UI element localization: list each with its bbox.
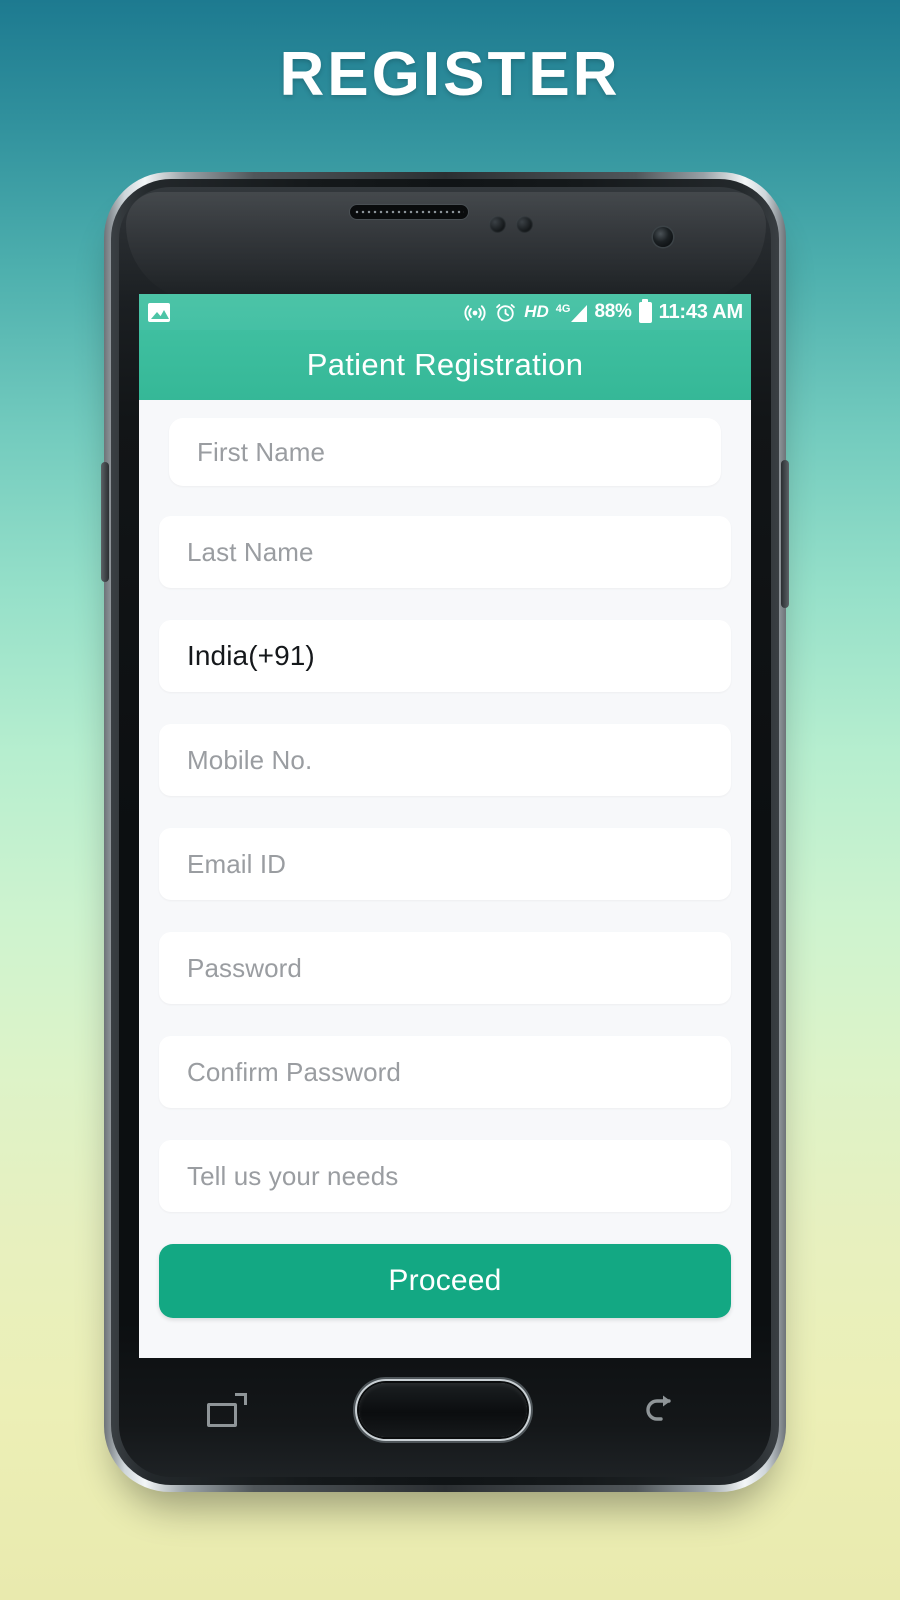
battery-percent-label: 88%: [594, 301, 632, 322]
needs-placeholder: Tell us your needs: [187, 1160, 399, 1191]
front-camera-icon: [653, 227, 673, 247]
back-button[interactable]: [639, 1392, 683, 1428]
clock-label: 11:43 AM: [658, 300, 744, 323]
phone-screen: HD 4G 88% 11:43 AM Patient Registration …: [139, 294, 751, 1358]
earpiece-grille: [354, 208, 464, 216]
signal-4g-icon: 4G: [556, 303, 588, 322]
power-button[interactable]: [781, 460, 789, 608]
volume-rocker-button[interactable]: [101, 462, 109, 582]
light-sensor-icon: [516, 216, 533, 233]
recents-button[interactable]: [207, 1393, 247, 1427]
first-name-placeholder: First Name: [197, 436, 326, 467]
country-code-field[interactable]: India(+91): [159, 620, 731, 692]
earpiece-speaker-icon: [349, 204, 469, 220]
confirm-password-placeholder: Confirm Password: [187, 1056, 401, 1087]
status-bar-notifications: [148, 302, 170, 322]
proximity-sensor-icon: [489, 216, 506, 233]
app-bar: Patient Registration: [139, 330, 751, 400]
email-placeholder: Email ID: [187, 848, 287, 879]
back-arrow-icon: [646, 1395, 671, 1421]
gallery-icon: [148, 302, 170, 322]
phone-device: HD 4G 88% 11:43 AM Patient Registration …: [101, 172, 789, 1492]
mobile-number-placeholder: Mobile No.: [187, 744, 313, 775]
network-type-label: 4G: [555, 302, 571, 315]
mobile-number-field[interactable]: Mobile No.: [159, 724, 731, 796]
registration-form: First Name Last Name India(+91) Mobile N…: [139, 400, 751, 1358]
proceed-button-label: Proceed: [388, 1264, 502, 1297]
hd-voice-icon: HD: [524, 302, 549, 321]
last-name-placeholder: Last Name: [187, 536, 314, 567]
battery-icon: [638, 298, 652, 323]
status-bar-system-icons: HD 4G 88% 11:43 AM: [463, 298, 744, 324]
navigation-bar: [139, 1358, 751, 1462]
needs-field[interactable]: Tell us your needs: [159, 1140, 731, 1212]
email-field[interactable]: Email ID: [159, 828, 731, 900]
app-bar-title: Patient Registration: [306, 347, 584, 382]
page-title: REGISTER: [279, 40, 621, 109]
status-bar: HD 4G 88% 11:43 AM: [139, 294, 751, 330]
alarm-icon: [494, 301, 517, 324]
first-name-field[interactable]: First Name: [169, 418, 721, 486]
country-code-value: India(+91): [187, 640, 315, 671]
password-placeholder: Password: [187, 952, 302, 983]
last-name-field[interactable]: Last Name: [159, 516, 731, 588]
proceed-button[interactable]: Proceed: [159, 1244, 731, 1318]
hotspot-icon: [463, 300, 487, 324]
signal-strength-icon: [571, 304, 588, 322]
confirm-password-field[interactable]: Confirm Password: [159, 1036, 731, 1108]
password-field[interactable]: Password: [159, 932, 731, 1004]
home-button[interactable]: [359, 1383, 527, 1437]
